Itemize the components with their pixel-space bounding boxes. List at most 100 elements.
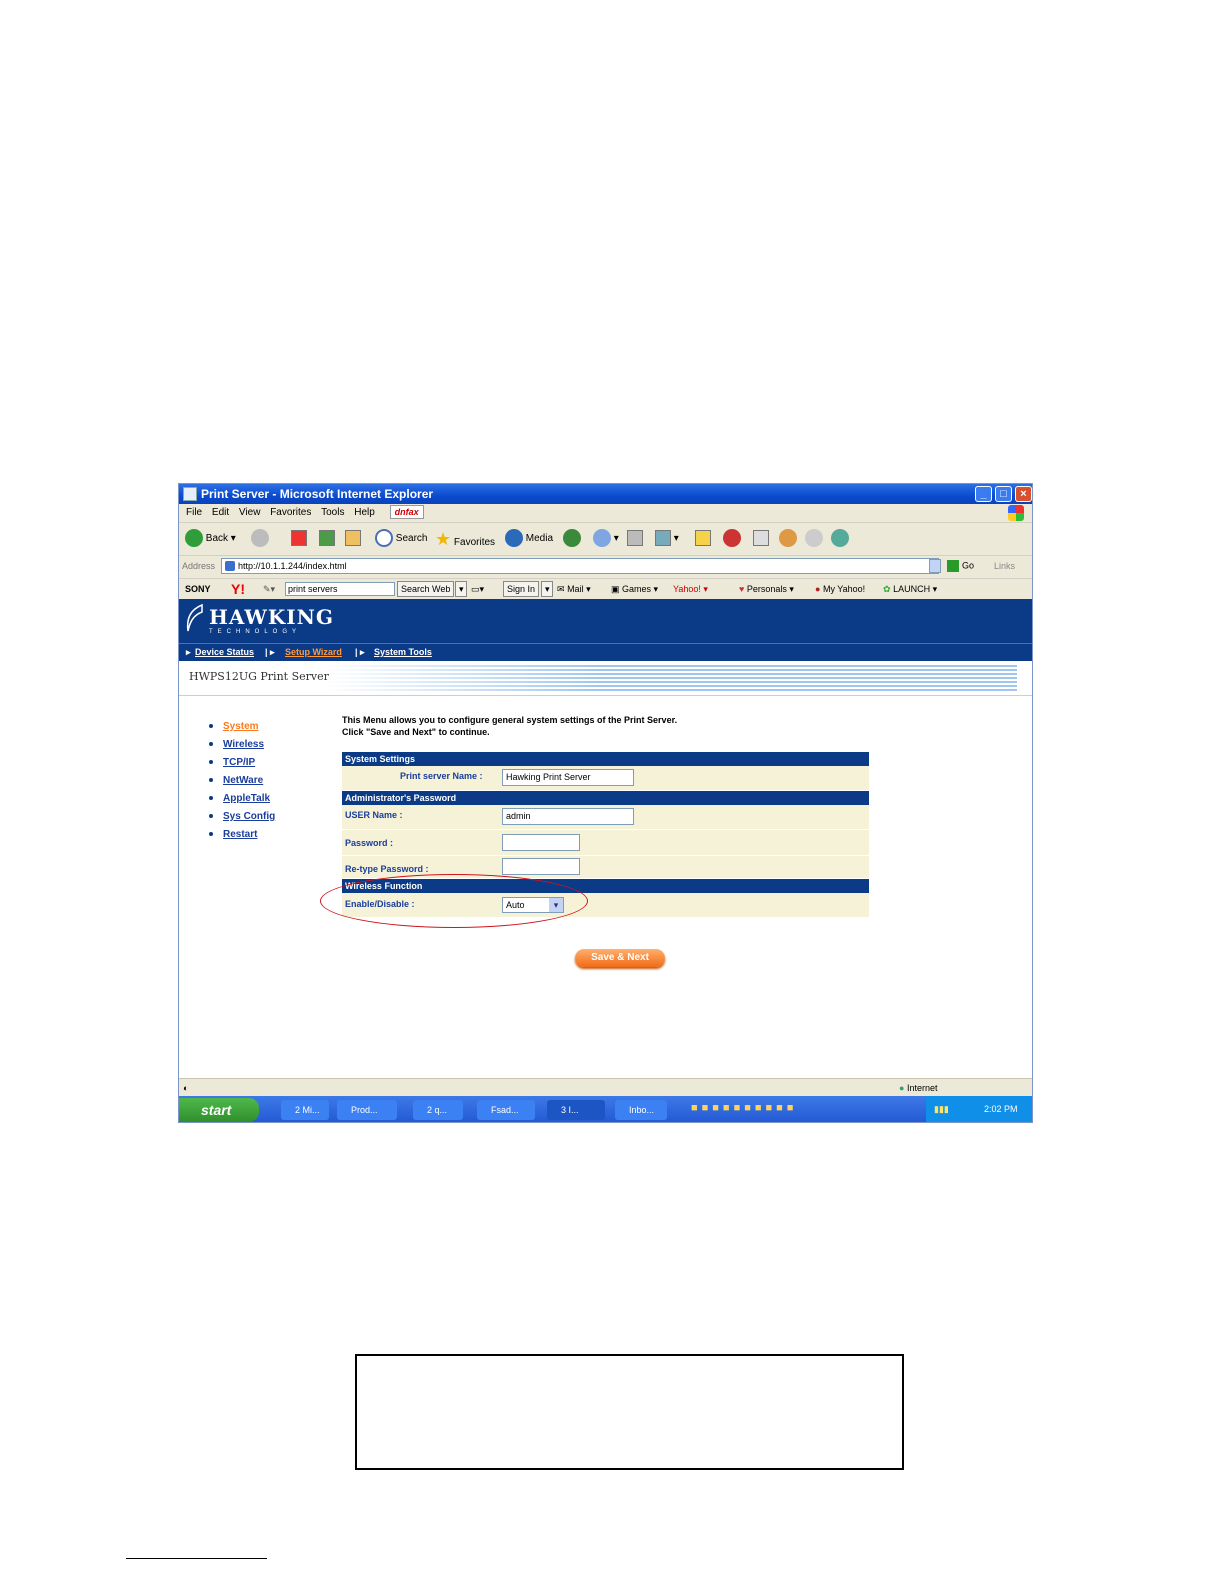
task-button-3[interactable]: 2 q... <box>413 1100 463 1120</box>
menu-item-sys-config[interactable]: Sys Config <box>209 808 275 826</box>
menu-item-tcpip[interactable]: TCP/IP <box>209 754 275 772</box>
sign-in-button[interactable]: Sign In <box>503 581 540 597</box>
edit-button[interactable]: ▾ <box>655 529 679 549</box>
print-button[interactable] <box>627 529 643 549</box>
intro-line-2: Click "Save and Next" to continue. <box>342 727 490 737</box>
tools-button[interactable] <box>831 529 849 549</box>
folder-button[interactable] <box>695 529 711 549</box>
folder-icon <box>695 530 711 547</box>
server-name-input[interactable]: Hawking Print Server <box>502 769 634 786</box>
row-server-name: Print server Name : Hawking Print Server <box>342 766 869 791</box>
nav-device-status[interactable]: Device Status <box>195 644 254 660</box>
launch-button[interactable]: ✿ LAUNCH ▾ <box>883 579 937 599</box>
password-input[interactable] <box>502 834 580 851</box>
menu-help[interactable]: Help <box>354 504 375 522</box>
stop-button[interactable] <box>291 529 307 549</box>
yahoo-toolbar: SONY Y! ✎▾ print servers Search Web ▾ ▭▾… <box>179 579 1032 599</box>
start-button[interactable]: start <box>179 1098 259 1122</box>
toolbar-badge[interactable]: dnfax <box>389 505 424 519</box>
favorites-button[interactable]: ★ Favorites <box>435 529 495 549</box>
menu-item-restart[interactable]: Restart <box>209 826 275 844</box>
tools-icon <box>831 529 849 548</box>
edit-pencil-icon[interactable]: ✎▾ <box>263 579 275 599</box>
mail-envelope-icon: ✉ <box>557 584 565 594</box>
sign-in-dropdown[interactable]: ▾ <box>541 581 553 597</box>
nav-setup-wizard[interactable]: Setup Wizard <box>285 644 342 660</box>
media-icon <box>505 529 523 548</box>
refresh-button[interactable] <box>319 529 335 549</box>
task-button-6[interactable]: Inbo... <box>615 1100 667 1120</box>
search-button[interactable]: Search <box>375 529 427 549</box>
quick-launch-icons[interactable]: ■■■■■■■■■■ <box>691 1102 797 1114</box>
intro-text: This Menu allows you to configure genera… <box>342 714 677 738</box>
address-dropdown[interactable] <box>929 559 941 573</box>
highlight-ellipse <box>320 874 588 928</box>
messenger-icon <box>723 529 741 548</box>
retype-password-input[interactable] <box>502 858 580 875</box>
my-yahoo-icon: ● <box>815 584 821 594</box>
task-button-2[interactable]: Prod... <box>337 1100 397 1120</box>
server-name-label: Print server Name : <box>400 771 483 781</box>
user-name-label: USER Name : <box>345 810 403 820</box>
nav-system-tools[interactable]: System Tools <box>374 644 432 660</box>
footnote-rule <box>126 1558 267 1559</box>
ie-window-icon <box>183 487 197 501</box>
intro-line-1: This Menu allows you to configure genera… <box>342 715 678 725</box>
menu-bar: File Edit View Favorites Tools Help dnfa… <box>179 504 1032 523</box>
task-button-4[interactable]: Fsad... <box>477 1100 535 1120</box>
notes-icon <box>753 530 769 547</box>
history-button[interactable] <box>563 529 581 549</box>
print-icon <box>627 530 643 547</box>
research-button[interactable] <box>779 529 797 549</box>
site-nav: ▸ Device Status | ▸ Setup Wizard | ▸ Sys… <box>179 643 1032 661</box>
status-bar: ◐ ● Internet <box>179 1078 1032 1097</box>
address-input[interactable]: http://10.1.1.244/index.html <box>221 558 939 574</box>
mail-button[interactable]: ▾ <box>593 529 619 549</box>
my-yahoo-button[interactable]: ● My Yahoo! <box>815 579 865 599</box>
links-button[interactable]: Links <box>994 561 1015 571</box>
edit-icon <box>655 530 671 547</box>
task-button-1[interactable]: 2 Mi... <box>281 1100 329 1120</box>
menu-edit[interactable]: Edit <box>212 504 229 522</box>
search-web-button[interactable]: Search Web <box>397 581 455 597</box>
menu-tools[interactable]: Tools <box>321 504 344 522</box>
messenger-button[interactable] <box>723 529 741 549</box>
search-web-dropdown[interactable]: ▾ <box>455 581 467 597</box>
forward-button[interactable] <box>251 529 269 549</box>
yahoo-mail-button[interactable]: ✉ Mail ▾ <box>557 579 591 599</box>
home-button[interactable] <box>345 529 361 549</box>
tray-icons[interactable]: ▮▮▮ <box>934 1104 949 1115</box>
yahoo-search-input[interactable]: print servers <box>285 582 395 596</box>
menu-view[interactable]: View <box>239 504 261 522</box>
refresh-icon <box>319 530 335 547</box>
close-button[interactable]: × <box>1015 486 1032 502</box>
menu-item-system[interactable]: System <box>209 718 275 736</box>
contacts-button[interactable] <box>805 529 823 549</box>
menu-file[interactable]: File <box>186 504 202 522</box>
menu-item-wireless[interactable]: Wireless <box>209 736 275 754</box>
browser-window: Print Server - Microsoft Internet Explor… <box>178 483 1033 1123</box>
yahoo-logo[interactable]: Y! <box>231 579 245 599</box>
maximize-button[interactable]: □ <box>995 486 1012 502</box>
globe-icon: ● <box>899 1083 905 1093</box>
sony-logo: SONY <box>185 584 211 594</box>
notes-button[interactable] <box>753 529 769 549</box>
back-button[interactable]: Back ▾ <box>185 529 236 549</box>
menu-item-appletalk[interactable]: AppleTalk <box>209 790 275 808</box>
highlight-button[interactable]: ▭▾ <box>471 579 484 599</box>
go-arrow-icon <box>947 560 959 572</box>
media-button[interactable]: Media <box>505 529 553 549</box>
go-button[interactable]: Go <box>947 560 974 572</box>
save-next-button[interactable]: Save & Next <box>575 949 665 967</box>
task-button-5[interactable]: 3 I... <box>547 1100 605 1120</box>
minimize-button[interactable]: _ <box>975 486 992 502</box>
system-tray: ▮▮▮ 2:02 PM <box>926 1096 1032 1122</box>
user-name-input[interactable]: admin <box>502 808 634 825</box>
brand-subtitle: TECHNOLOGY <box>209 629 302 635</box>
standard-toolbar: Back ▾ Search ★ Favorites Media ▾ ▾ <box>179 523 1032 556</box>
yahoo-personals-button[interactable]: ♥ Personals ▾ <box>739 579 794 599</box>
menu-item-netware[interactable]: NetWare <box>209 772 275 790</box>
yahoo-news-button[interactable]: Yahoo! ▾ <box>673 579 708 599</box>
menu-favorites[interactable]: Favorites <box>270 504 311 522</box>
yahoo-games-button[interactable]: ▣ Games ▾ <box>611 579 658 599</box>
